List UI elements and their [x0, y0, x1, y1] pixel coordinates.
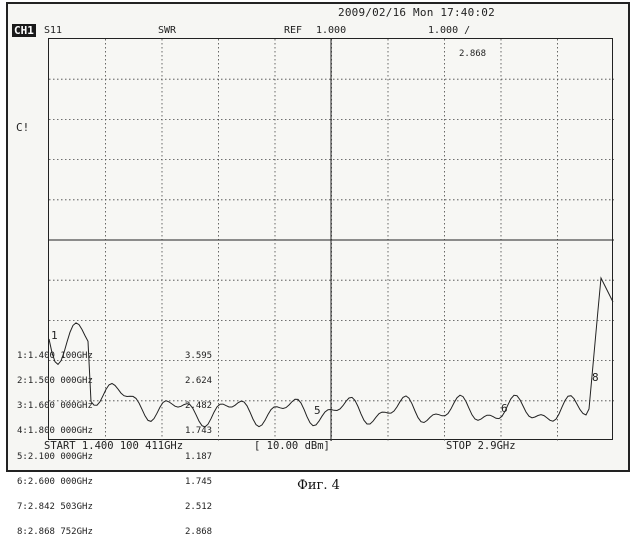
- marker-frequency: 5:2.100 000GHz: [17, 453, 129, 461]
- marker-row: 7:2.842 503GHz 2.512: [17, 503, 225, 511]
- scale-value: 1.000 /: [428, 24, 470, 37]
- source-power[interactable]: [ 10.00 dBm]: [254, 440, 330, 452]
- marker-6-tag[interactable]: 6: [501, 402, 508, 415]
- marker-swr: 1.743: [185, 427, 225, 435]
- calibration-indicator: C!: [16, 121, 29, 134]
- marker-frequency: 3:1.600 000GHz: [17, 402, 129, 410]
- marker-frequency: 4:1.800 000GHz: [17, 427, 129, 435]
- marker-row: 5:2.100 000GHz 1.187: [17, 453, 225, 461]
- marker-row: 2:1.500 000GHz 2.624: [17, 377, 225, 385]
- analyzer-screen: 2009/02/16 Mon 17:40:02 CH1 S11 SWR REF …: [6, 2, 630, 472]
- ref-value: 1.000: [316, 24, 346, 37]
- marker-swr: 2.482: [185, 402, 225, 410]
- channel-badge[interactable]: CH1: [12, 24, 36, 37]
- start-frequency[interactable]: START 1.400 100 411GHz: [44, 440, 183, 452]
- marker-swr: 2.512: [185, 503, 225, 511]
- format-label: SWR: [158, 24, 176, 37]
- marker-row: 3:1.600 000GHz 2.482: [17, 402, 225, 410]
- marker-row: 8:2.868 752GHz 2.868: [17, 528, 225, 536]
- marker-frequency: 2:1.500 000GHz: [17, 377, 129, 385]
- marker-frequency: 8:2.868 752GHz: [17, 528, 129, 536]
- marker-frequency: 1:1.400 100GHz: [17, 352, 129, 360]
- marker-5-tag[interactable]: 5: [314, 404, 321, 417]
- marker-frequency: 7:2.842 503GHz: [17, 503, 129, 511]
- marker-swr: 2.624: [185, 377, 225, 385]
- marker-swr: 3.595: [185, 352, 225, 360]
- marker-swr: 2.868: [185, 528, 225, 536]
- figure-caption: Фиг. 4: [0, 478, 637, 493]
- stop-frequency[interactable]: STOP 2.9GHz: [446, 440, 516, 452]
- marker-row: 1:1.400 100GHz 3.595: [17, 352, 225, 360]
- parameter-label: S11: [44, 24, 62, 37]
- marker-8-tag[interactable]: 8: [592, 371, 599, 384]
- ref-label: REF: [284, 24, 302, 37]
- marker-row: 4:1.800 000GHz 1.743: [17, 427, 225, 435]
- datetime-readout: 2009/02/16 Mon 17:40:02: [338, 6, 495, 19]
- marker-readout: 2.868: [459, 49, 486, 59]
- marker-swr: 1.187: [185, 453, 225, 461]
